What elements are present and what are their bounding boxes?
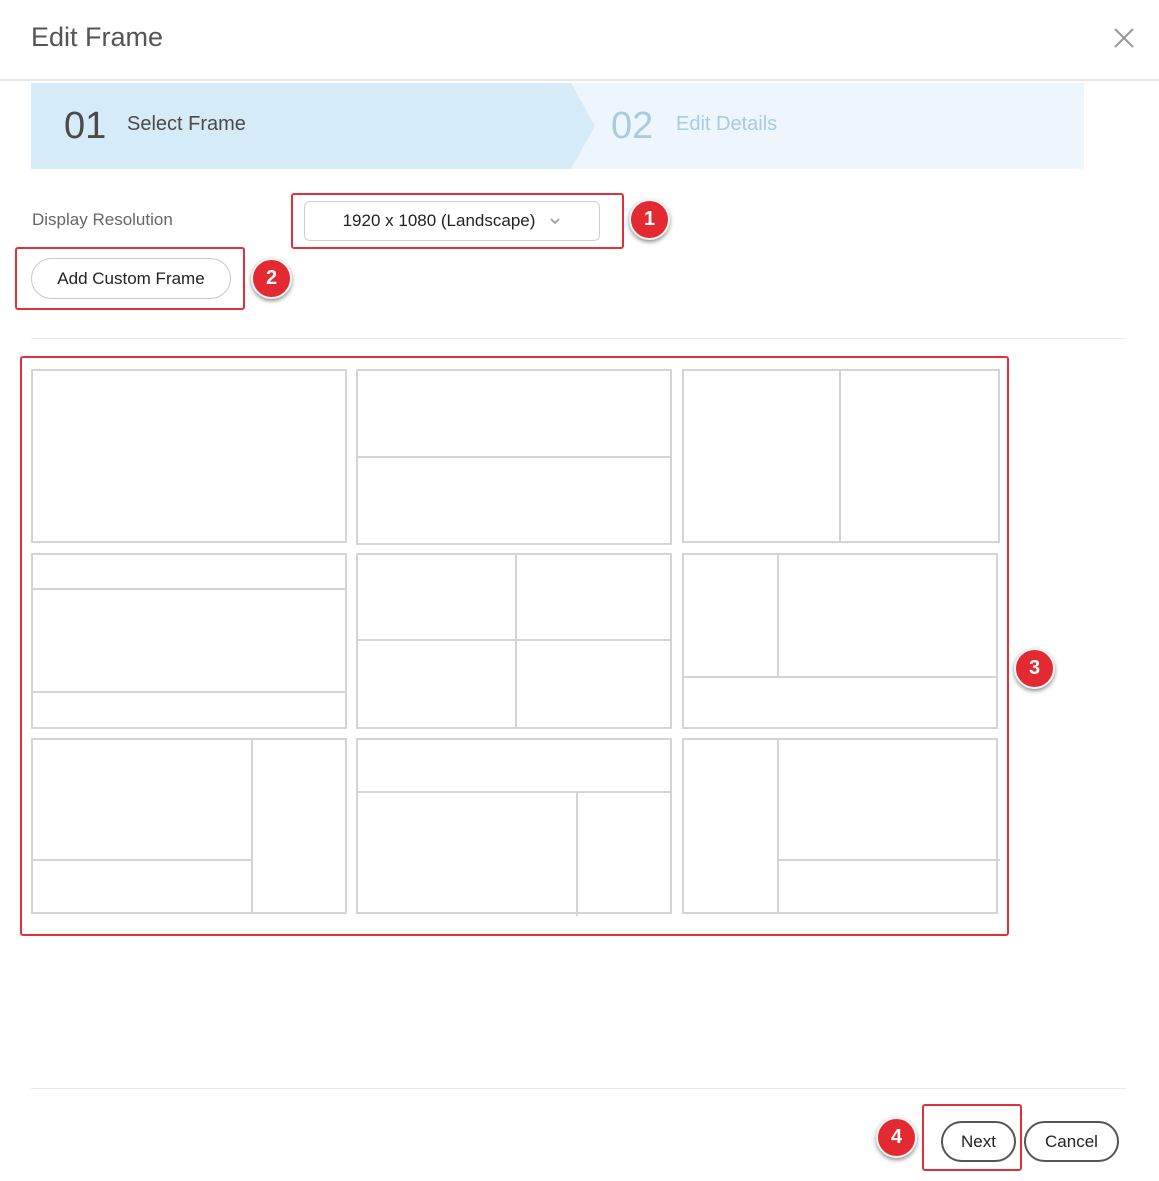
dialog-header: Edit Frame bbox=[0, 0, 1159, 81]
divider bbox=[31, 1088, 1126, 1089]
dialog-title: Edit Frame bbox=[31, 22, 164, 52]
step-arrow bbox=[571, 83, 595, 169]
display-resolution-label: Display Resolution bbox=[32, 210, 173, 229]
annotation-badge: 4 bbox=[876, 1117, 917, 1158]
wizard-steps: 01 Select Frame 02 Edit Details bbox=[31, 83, 1084, 169]
step-number: 02 bbox=[611, 105, 654, 147]
step-select-frame[interactable] bbox=[31, 83, 571, 169]
annotation-box bbox=[15, 247, 245, 310]
step-label: Edit Details bbox=[676, 113, 778, 135]
annotation-badge: 1 bbox=[629, 199, 670, 240]
divider bbox=[31, 338, 1126, 339]
close-icon[interactable] bbox=[1110, 24, 1138, 52]
step-number: 01 bbox=[64, 105, 107, 147]
annotation-badge: 2 bbox=[251, 258, 292, 299]
annotation-box bbox=[922, 1104, 1022, 1171]
annotation-box bbox=[20, 356, 1009, 936]
cancel-button[interactable]: Cancel bbox=[1024, 1121, 1119, 1162]
annotation-badge: 3 bbox=[1014, 648, 1055, 689]
step-label: Select Frame bbox=[127, 113, 246, 135]
annotation-box bbox=[291, 193, 624, 249]
